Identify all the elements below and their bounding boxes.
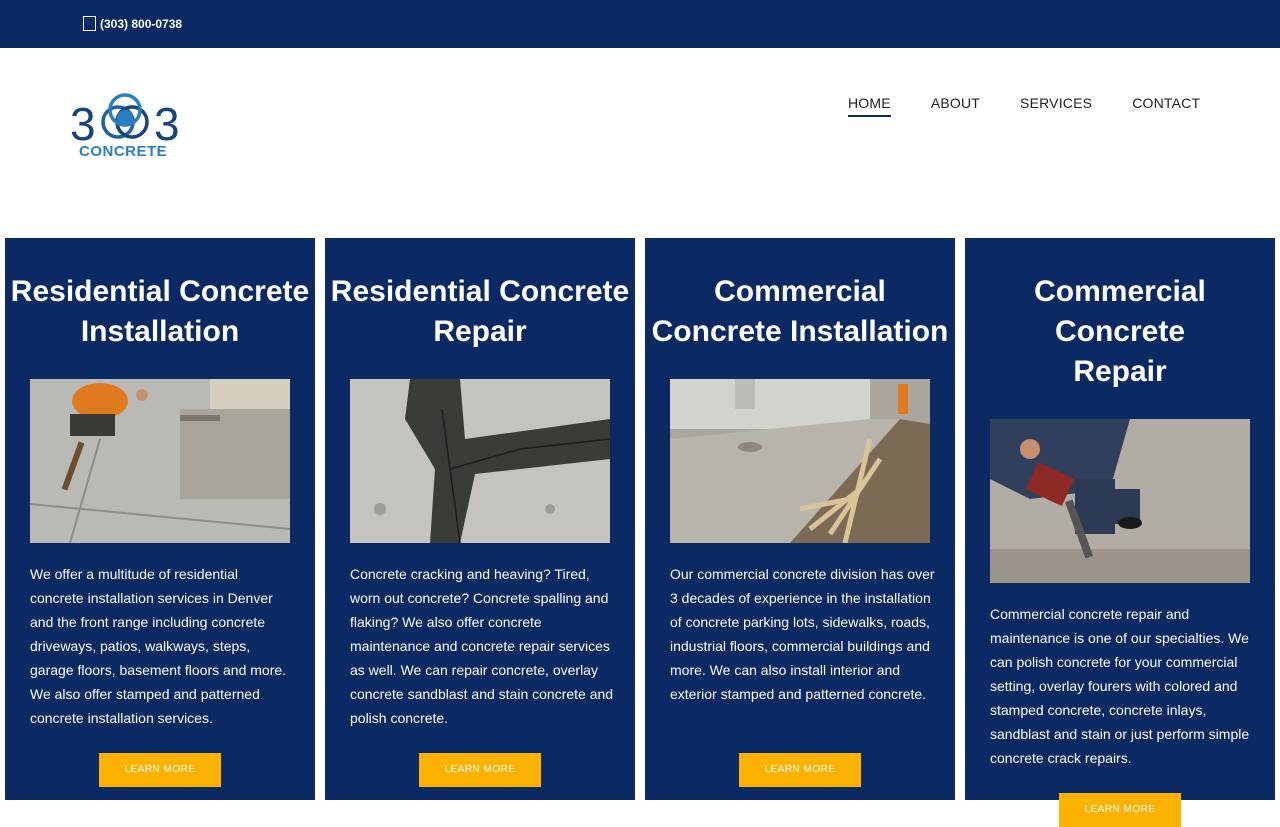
card-description: We offer a multitude of residential conc… (30, 566, 287, 726)
nav-services[interactable]: SERVICES (1020, 95, 1092, 117)
card-image-residential-installation (30, 379, 290, 543)
service-card-commercial-installation: Commercial Concrete Installation Our com… (645, 238, 955, 800)
service-card-residential-installation: Residential Concrete Installation We off… (5, 238, 315, 800)
nav-home[interactable]: HOME (848, 95, 891, 117)
learn-more-button[interactable]: LEARN MORE (419, 753, 541, 787)
learn-more-button[interactable]: LEARN MORE (99, 753, 221, 787)
card-image-commercial-installation (670, 379, 930, 543)
card-title: Residential Concrete Repair (330, 275, 630, 348)
nav-contact[interactable]: CONTACT (1132, 95, 1200, 117)
card-image-commercial-repair (990, 419, 1250, 583)
learn-more-button[interactable]: LEARN MORE (739, 753, 861, 787)
learn-more-button[interactable]: LEARN MORE (1059, 793, 1181, 827)
card-image-residential-repair (350, 379, 610, 543)
main-nav: HOME ABOUT SERVICES CONTACT (848, 95, 1240, 117)
phone-number: (303) 800-0738 (100, 16, 183, 31)
site-header: 3 3 CONCRETE HOME ABOUT SERVICES CONTACT (0, 48, 1280, 238)
card-title: Residential Concrete Installation (10, 275, 310, 348)
phone-link[interactable]: (303) 800-0738 (83, 16, 182, 31)
nav-about[interactable]: ABOUT (931, 95, 980, 117)
top-bar: (303) 800-0738 (0, 0, 1280, 48)
service-card-commercial-repair: Commercial Concrete Repair Commercial co… (965, 238, 1275, 827)
card-title: Commercial Concrete Installation (651, 275, 949, 348)
logo-wordmark: CONCRETE (79, 143, 168, 160)
card-title: Commercial Concrete Repair (1034, 275, 1206, 388)
card-description: Concrete cracking and heaving? Tired, wo… (350, 566, 614, 726)
card-description: Our commercial concrete division has ove… (670, 566, 935, 702)
card-description: Commercial concrete repair and maintenan… (990, 606, 1250, 766)
phone-icon (83, 16, 96, 31)
service-card-residential-repair: Residential Concrete Repair Concrete cra… (325, 238, 635, 800)
